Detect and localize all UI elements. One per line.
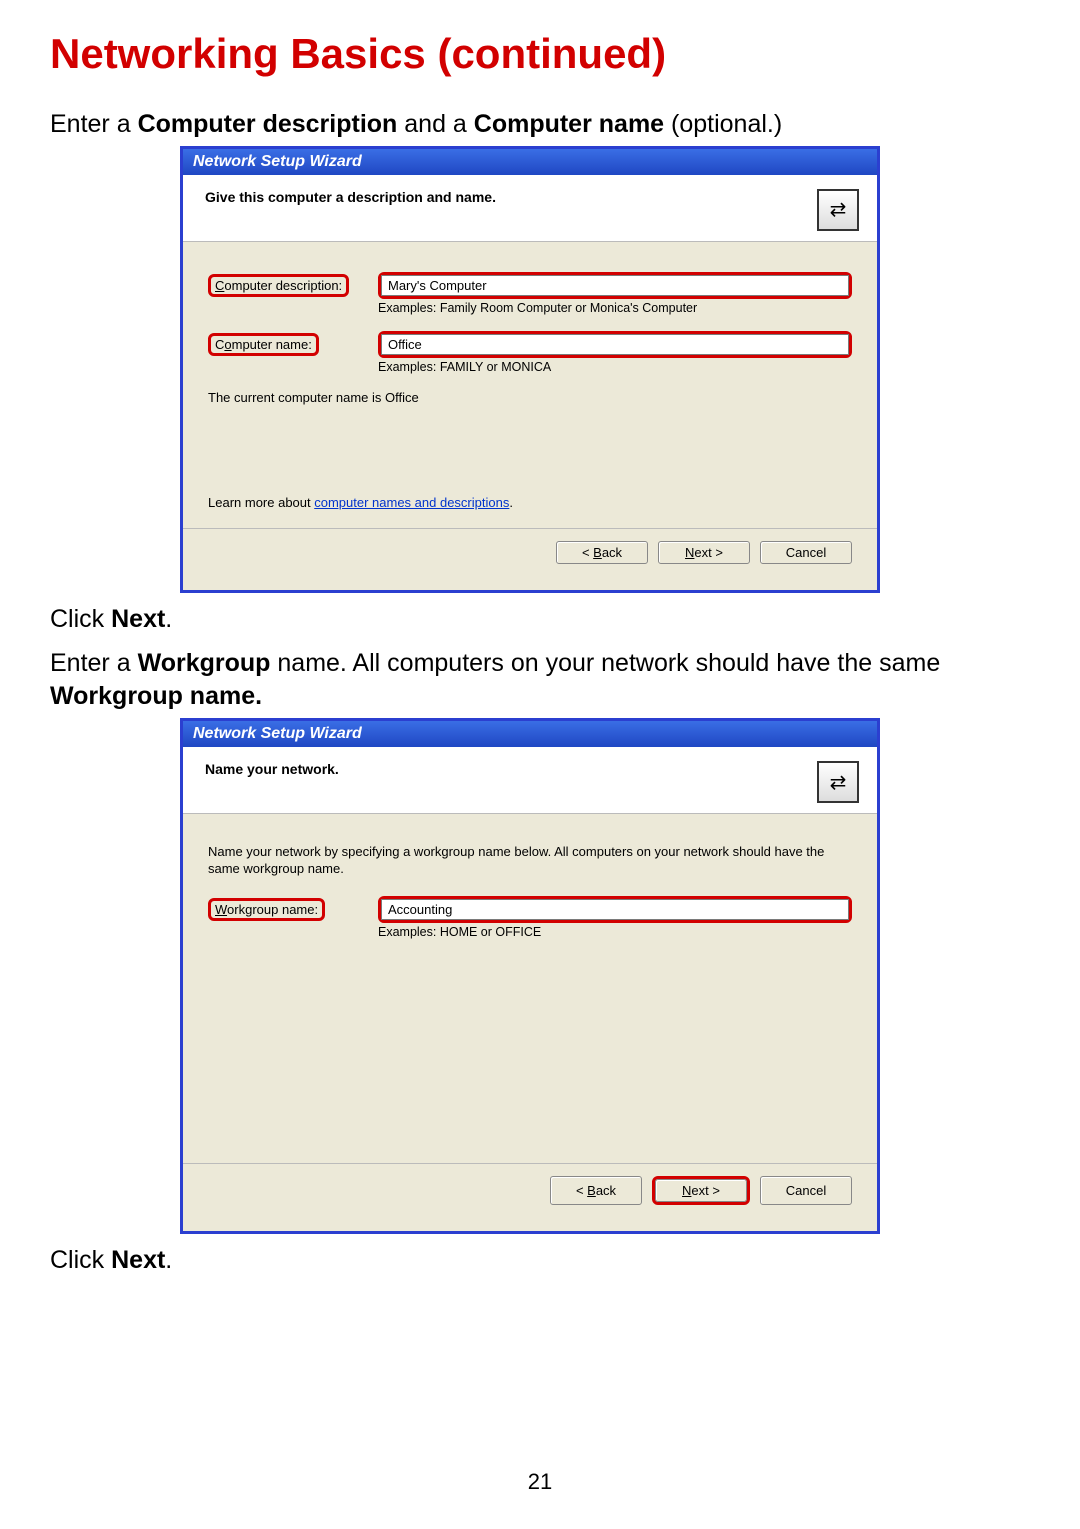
mnemonic: B <box>593 545 602 560</box>
label-highlight: Computer description: <box>208 274 349 297</box>
mnemonic: W <box>215 902 227 917</box>
text: ack <box>602 545 622 560</box>
dialog-titlebar: Network Setup Wizard <box>183 721 877 747</box>
example-name: Examples: FAMILY or MONICA <box>378 360 852 374</box>
computer-name-input[interactable] <box>381 334 849 355</box>
divider <box>183 1163 877 1164</box>
back-button[interactable]: < Back <box>550 1176 642 1205</box>
text-bold: Computer name <box>474 110 664 138</box>
instruction-click-next-2: Click Next. <box>50 1244 1030 1278</box>
next-button[interactable]: Next > <box>658 541 750 564</box>
wizard-dialog-description: Network Setup Wizard Give this computer … <box>180 146 880 593</box>
network-icon: ⇄ <box>817 761 859 803</box>
divider <box>183 528 877 529</box>
computer-description-input[interactable] <box>381 275 849 296</box>
mnemonic: B <box>587 1183 596 1198</box>
mnemonic: N <box>682 1183 691 1198</box>
learn-more-line: Learn more about computer names and desc… <box>208 495 852 510</box>
dialog-body: Computer description: Examples: Family R… <box>183 242 877 590</box>
label-highlight: Computer name: <box>208 333 319 356</box>
dialog-titlebar: Network Setup Wizard <box>183 149 877 175</box>
button-row: < Back Next > Cancel <box>208 1176 852 1211</box>
example-workgroup: Examples: HOME or OFFICE <box>378 925 852 939</box>
text-bold: Workgroup name. <box>50 682 262 710</box>
text: . <box>165 1246 172 1274</box>
text: < <box>582 545 593 560</box>
row-computer-description: Computer description: <box>208 272 852 299</box>
cancel-button[interactable]: Cancel <box>760 1176 852 1205</box>
text: Click <box>50 1246 111 1274</box>
learn-more-link[interactable]: computer names and descriptions <box>314 495 509 510</box>
next-button-highlight: Next > <box>652 1176 750 1205</box>
text-bold: Next <box>111 1246 165 1274</box>
text: . <box>165 605 172 633</box>
text: ext > <box>691 1183 720 1198</box>
text: Click <box>50 605 111 633</box>
text: mputer name: <box>232 337 312 352</box>
network-icon: ⇄ <box>817 189 859 231</box>
dialog-header: Name your network. ⇄ <box>183 747 877 814</box>
example-description: Examples: Family Room Computer or Monica… <box>378 301 852 315</box>
text: ext > <box>694 545 723 560</box>
cancel-button[interactable]: Cancel <box>760 541 852 564</box>
mnemonic: C <box>215 278 224 293</box>
input-highlight <box>378 896 852 923</box>
label-computer-description: Computer description: <box>208 274 378 297</box>
button-row: < Back Next > Cancel <box>208 541 852 570</box>
text: orkgroup name: <box>227 902 318 917</box>
label-workgroup-name: Workgroup name: <box>208 898 378 921</box>
wizard-dialog-workgroup: Network Setup Wizard Name your network. … <box>180 718 880 1234</box>
text: < <box>576 1183 587 1198</box>
input-highlight <box>378 331 852 358</box>
label-highlight: Workgroup name: <box>208 898 325 921</box>
instruction-1: Enter a Computer description and a Compu… <box>50 108 1030 142</box>
back-button[interactable]: < Back <box>556 541 648 564</box>
text: omputer description: <box>224 278 342 293</box>
text: ack <box>596 1183 616 1198</box>
workgroup-name-input[interactable] <box>381 899 849 920</box>
dialog-header: Give this computer a description and nam… <box>183 175 877 242</box>
page-title: Networking Basics (continued) <box>50 30 1030 78</box>
mnemonic: o <box>224 337 231 352</box>
dialog-body: Name your network by specifying a workgr… <box>183 814 877 1231</box>
spacer <box>208 955 852 1145</box>
text-bold: Next <box>111 605 165 633</box>
text: name. All computers on your network shou… <box>270 649 940 677</box>
instruction-2: Enter a Workgroup name. All computers on… <box>50 647 1030 715</box>
instruction-click-next-1: Click Next. <box>50 603 1030 637</box>
text-bold: Computer description <box>138 110 398 138</box>
input-highlight <box>378 272 852 299</box>
text: C <box>215 337 224 352</box>
current-name-text: The current computer name is Office <box>208 390 852 405</box>
page-number: 21 <box>0 1469 1080 1495</box>
workgroup-intro-text: Name your network by specifying a workgr… <box>208 844 852 878</box>
text: Enter a <box>50 649 138 677</box>
text: and a <box>397 110 473 138</box>
text: . <box>509 495 513 510</box>
dialog-header-text: Give this computer a description and nam… <box>205 189 496 205</box>
dialog-header-text: Name your network. <box>205 761 339 777</box>
text: (optional.) <box>664 110 782 138</box>
row-computer-name: Computer name: <box>208 331 852 358</box>
text-bold: Workgroup <box>138 649 271 677</box>
text: Learn more about <box>208 495 314 510</box>
mnemonic: N <box>685 545 694 560</box>
text: Enter a <box>50 110 138 138</box>
label-computer-name: Computer name: <box>208 333 378 356</box>
row-workgroup-name: Workgroup name: <box>208 896 852 923</box>
next-button[interactable]: Next > <box>655 1179 747 1202</box>
